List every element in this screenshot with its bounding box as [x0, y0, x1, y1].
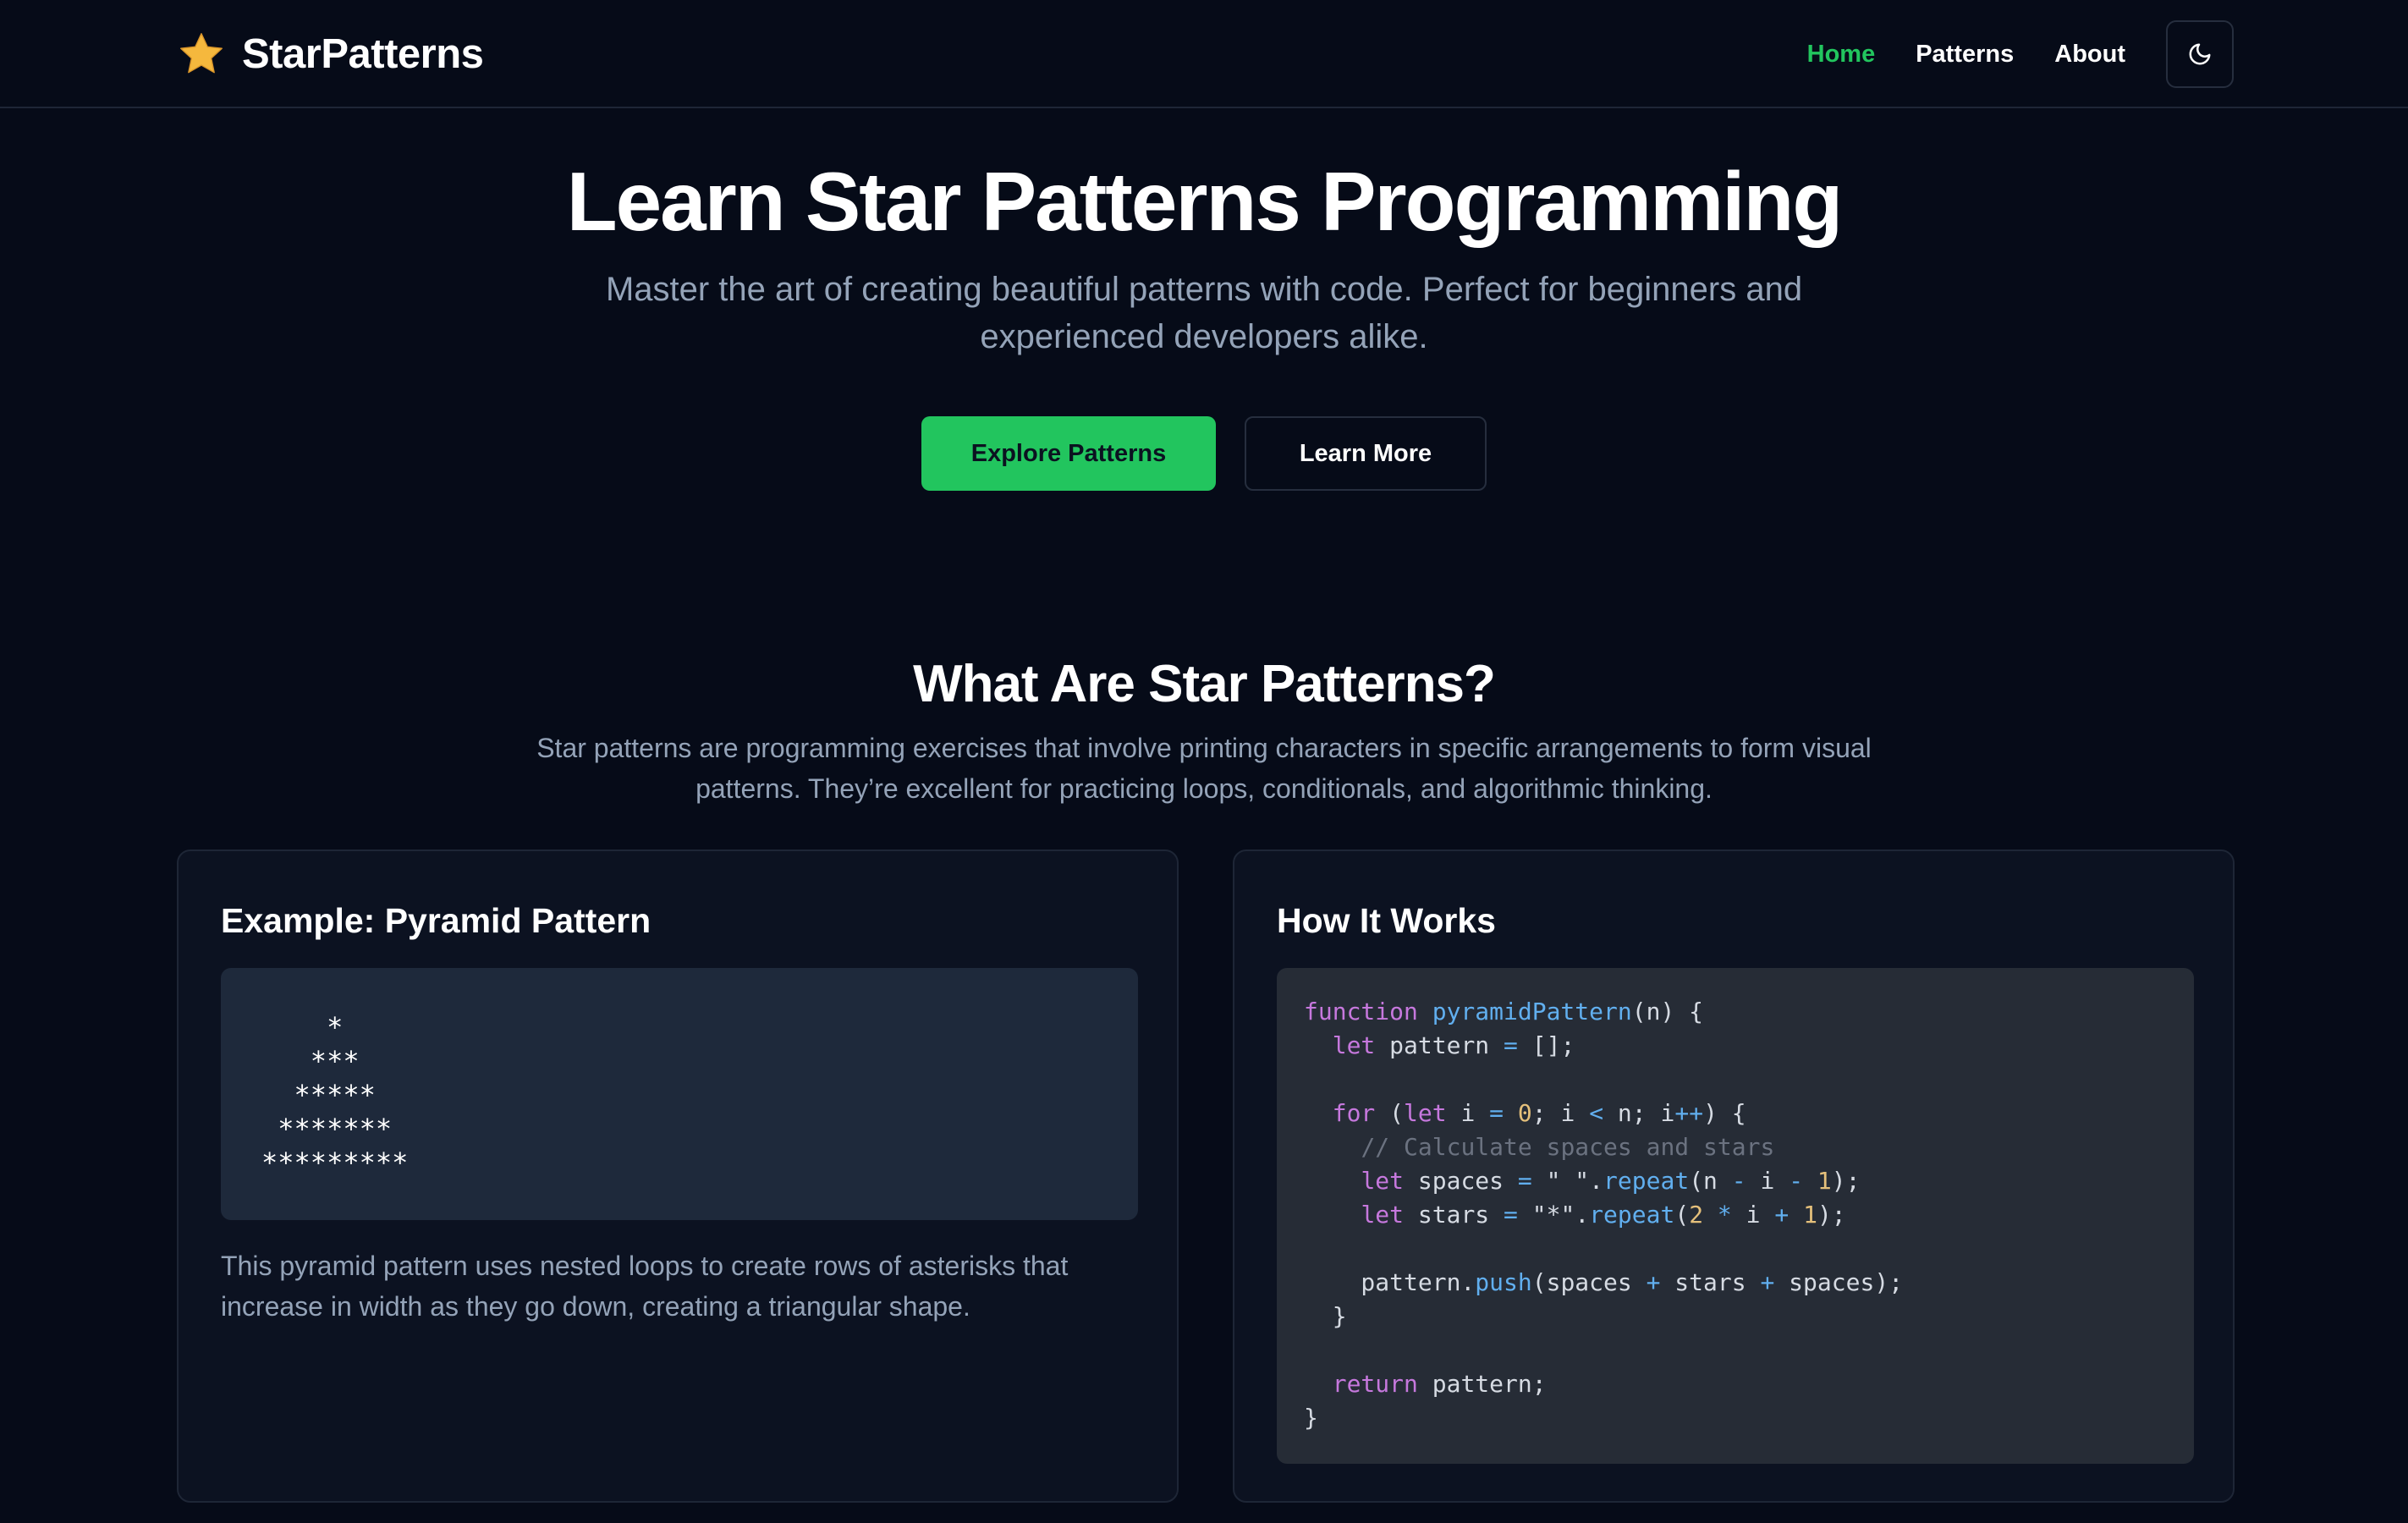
theme-toggle-button[interactable]	[2166, 20, 2234, 88]
how-it-works-title: How It Works	[1277, 901, 1496, 940]
code-block: function pyramidPattern(n) { let pattern…	[1277, 968, 2194, 1464]
code-line: }	[1304, 1404, 1318, 1432]
pattern-line: *	[261, 1011, 344, 1043]
code-line: let spaces = " ".repeat(n - i - 1);	[1361, 1167, 1861, 1195]
example-card: Example: Pyramid Pattern * *** ***** ***…	[177, 849, 1179, 1503]
nav-home-link[interactable]: Home	[1807, 41, 1876, 69]
code-line: let stars = "*".repeat(2 * i + 1);	[1361, 1201, 1846, 1229]
code-line: for (let i = 0; i < n; i++) {	[1332, 1099, 1746, 1127]
pattern-preview: * *** ***** ******* *********	[221, 968, 1138, 1220]
learn-more-button[interactable]: Learn More	[1245, 416, 1487, 491]
code-line: // Calculate spaces and stars	[1361, 1133, 1775, 1161]
nav-patterns-link[interactable]: Patterns	[1916, 41, 2014, 69]
main-nav: Home Patterns About	[1807, 20, 2234, 88]
site-header: StarPatterns Home Patterns About	[0, 0, 2408, 108]
code-line: function pyramidPattern(n) {	[1304, 998, 1704, 1025]
hero-title: Learn Star Patterns Programming	[566, 155, 1843, 248]
pattern-line: ***	[261, 1045, 360, 1077]
section-description: Star patterns are programming exercises …	[536, 733, 1872, 804]
code-line: let pattern = [];	[1332, 1031, 1575, 1059]
how-it-works-card: How It Works function pyramidPattern(n) …	[1233, 849, 2235, 1503]
star-icon	[180, 33, 223, 74]
explore-patterns-button[interactable]: Explore Patterns	[921, 416, 1216, 491]
moon-icon	[2189, 43, 2211, 65]
hero-actions: Explore Patterns Learn More	[0, 416, 2408, 491]
code-line: pattern.push(spaces + stars + spaces);	[1304, 1268, 1904, 1296]
pattern-line: *****	[261, 1079, 376, 1111]
code-line: return pattern;	[1332, 1370, 1547, 1398]
example-card-title: Example: Pyramid Pattern	[221, 901, 651, 940]
code-line: }	[1304, 1302, 1347, 1330]
brand-logo[interactable]: StarPatterns	[178, 25, 484, 83]
example-card-description: This pyramid pattern uses nested loops t…	[221, 1251, 1069, 1322]
hero-subtitle: Master the art of creating beautiful pat…	[605, 271, 1803, 355]
pattern-line: *********	[261, 1146, 409, 1179]
pattern-line: *******	[261, 1113, 393, 1145]
brand-name: StarPatterns	[242, 31, 484, 77]
nav-about-link[interactable]: About	[2054, 41, 2125, 69]
section-title: What Are Star Patterns?	[913, 655, 1496, 713]
